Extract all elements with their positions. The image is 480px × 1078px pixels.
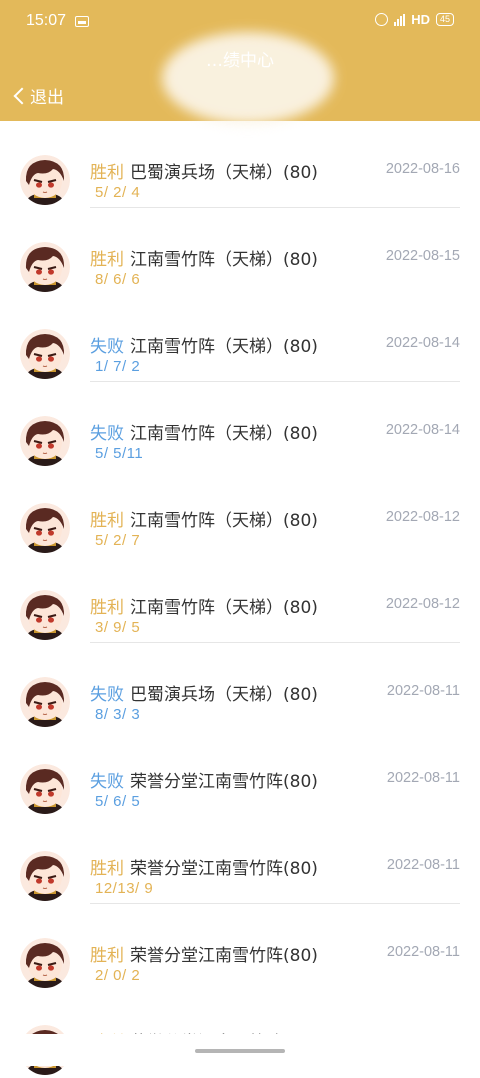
record-title: 胜利 江南雪竹阵（天梯）(80) — [90, 593, 318, 618]
match-result: 胜利 — [90, 163, 124, 183]
match-record-row[interactable]: 胜利 江南雪竹阵（天梯）(80) 2022-08-12 3/ 9/ 5 — [0, 556, 480, 643]
back-label: 退出 — [30, 88, 64, 108]
match-date: 2022-08-11 — [386, 683, 460, 699]
network-label: HD — [411, 12, 430, 27]
match-name: 江南雪竹阵（天梯）(80) — [130, 337, 318, 357]
match-record-row[interactable]: 失败 荣誉分堂江南雪竹阵(80) 2022-08-11 5/ 6/ 5 — [0, 730, 480, 817]
back-button[interactable]: 退出 — [13, 83, 64, 108]
chevron-left-icon — [13, 87, 31, 105]
match-result: 胜利 — [90, 946, 124, 966]
status-time: 15:07 — [26, 12, 67, 29]
record-title: 失败 巴蜀演兵场（天梯）(80) — [90, 680, 318, 705]
match-score: 12/13/ 9 — [95, 880, 154, 897]
player-avatar — [20, 329, 70, 379]
player-avatar — [20, 764, 70, 814]
match-date: 2022-08-14 — [385, 335, 460, 351]
player-avatar — [20, 677, 70, 727]
match-record-row[interactable]: 失败 巴蜀演兵场（天梯）(80) 2022-08-11 8/ 3/ 3 — [0, 643, 480, 730]
match-score: 1/ 7/ 2 — [95, 358, 141, 375]
record-title: 胜利荣誉分堂江南雪竹阵(80) — [90, 854, 318, 879]
match-record-row[interactable]: 胜利 巴蜀演兵场（天梯）(80) 2022-08-16 5/ 2/ 4 — [0, 121, 480, 208]
record-title: 失败 荣誉分堂江南雪竹阵(80) — [90, 767, 318, 792]
player-avatar — [20, 938, 70, 988]
match-date: 2022-08-11 — [386, 857, 460, 873]
record-title: 胜利 江南雪竹阵（天梯）(80) — [90, 245, 318, 270]
player-avatar — [20, 242, 70, 292]
battery-icon: 45 — [435, 13, 454, 26]
match-result: 失败 — [90, 337, 124, 357]
player-avatar — [20, 503, 70, 553]
record-title: 失败 江南雪竹阵（天梯）(80) — [90, 419, 318, 444]
match-score: 5/ 6/ 5 — [95, 793, 141, 810]
match-score: 8/ 6/ 6 — [95, 271, 141, 288]
app-header: 15:07 HD 45 …绩中心 退出 — [0, 0, 480, 124]
match-record-row[interactable]: 胜利 江南雪竹阵（天梯）(80) 2022-08-12 5/ 2/ 7 — [0, 469, 480, 556]
record-title: 胜利荣誉分堂江南雪竹阵(80) — [90, 941, 318, 966]
match-record-list[interactable]: 胜利 巴蜀演兵场（天梯）(80) 2022-08-16 5/ 2/ 4 胜利 江南雪… — [0, 121, 480, 1078]
alarm-icon — [375, 13, 389, 26]
match-name: 江南雪竹阵（天梯）(80) — [130, 511, 318, 531]
match-record-row[interactable]: 失败 江南雪竹阵（天梯）(80) 2022-08-14 5/ 5/11 — [0, 382, 480, 469]
match-record-row[interactable]: 胜利 荣誉分堂江南雪竹阵(80) 2022-08-11 12/13/ 9 — [0, 817, 480, 904]
match-result: 失败 — [90, 424, 124, 444]
match-record-row[interactable]: 胜利 荣誉分堂江南雪竹阵(80) 2022-08-11 2/ 0/ 2 — [0, 904, 480, 991]
signal-icon — [394, 13, 406, 26]
match-name: 荣誉分堂江南雪竹阵(80) — [130, 946, 318, 966]
match-result: 胜利 — [90, 250, 124, 270]
match-score: 2/ 0/ 2 — [95, 967, 141, 984]
page-title: …绩中心 — [206, 51, 274, 71]
match-name: 江南雪竹阵（天梯）(80) — [130, 250, 318, 270]
match-record-row[interactable]: 失败 江南雪竹阵（天梯）(80) 2022-08-14 1/ 7/ 2 — [0, 295, 480, 382]
image-notification-icon — [75, 16, 89, 27]
player-avatar — [20, 155, 70, 205]
match-score: 5/ 2/ 7 — [95, 532, 141, 549]
record-title: 胜利 江南雪竹阵（天梯）(80) — [90, 506, 318, 531]
match-date: 2022-08-12 — [385, 596, 460, 612]
match-score: 3/ 9/ 5 — [95, 619, 141, 636]
match-date: 2022-08-14 — [385, 422, 460, 438]
match-date: 2022-08-11 — [386, 770, 460, 786]
match-name: 江南雪竹阵（天梯）(80) — [130, 424, 318, 444]
match-score: 8/ 3/ 3 — [95, 706, 141, 723]
match-date: 2022-08-11 — [386, 944, 460, 960]
match-name: 巴蜀演兵场（天梯）(80) — [130, 163, 318, 183]
player-avatar — [20, 416, 70, 466]
player-avatar — [20, 590, 70, 640]
match-date: 2022-08-12 — [385, 509, 460, 525]
match-result: 失败 — [90, 772, 124, 792]
match-result: 胜利 — [90, 598, 124, 618]
match-result: 胜利 — [90, 859, 124, 879]
match-result: 胜利 — [90, 511, 124, 531]
match-name: 巴蜀演兵场（天梯）(80) — [130, 685, 318, 705]
player-avatar — [20, 851, 70, 901]
match-score: 5/ 2/ 4 — [95, 184, 141, 201]
match-name: 江南雪竹阵（天梯）(80) — [130, 598, 318, 618]
record-title: 失败 江南雪竹阵（天梯）(80) — [90, 332, 318, 357]
match-name: 荣誉分堂江南雪竹阵(80) — [130, 859, 318, 879]
status-icons: HD 45 — [375, 12, 454, 27]
record-title: 胜利 巴蜀演兵场（天梯）(80) — [90, 158, 318, 183]
match-score: 5/ 5/11 — [95, 445, 144, 462]
match-date: 2022-08-16 — [385, 161, 460, 177]
match-name: 荣誉分堂江南雪竹阵(80) — [130, 772, 318, 792]
match-date: 2022-08-15 — [385, 248, 460, 264]
home-indicator[interactable] — [195, 1049, 285, 1053]
match-result: 失败 — [90, 685, 124, 705]
match-record-row[interactable]: 胜利 江南雪竹阵（天梯）(80) 2022-08-15 8/ 6/ 6 — [0, 208, 480, 295]
